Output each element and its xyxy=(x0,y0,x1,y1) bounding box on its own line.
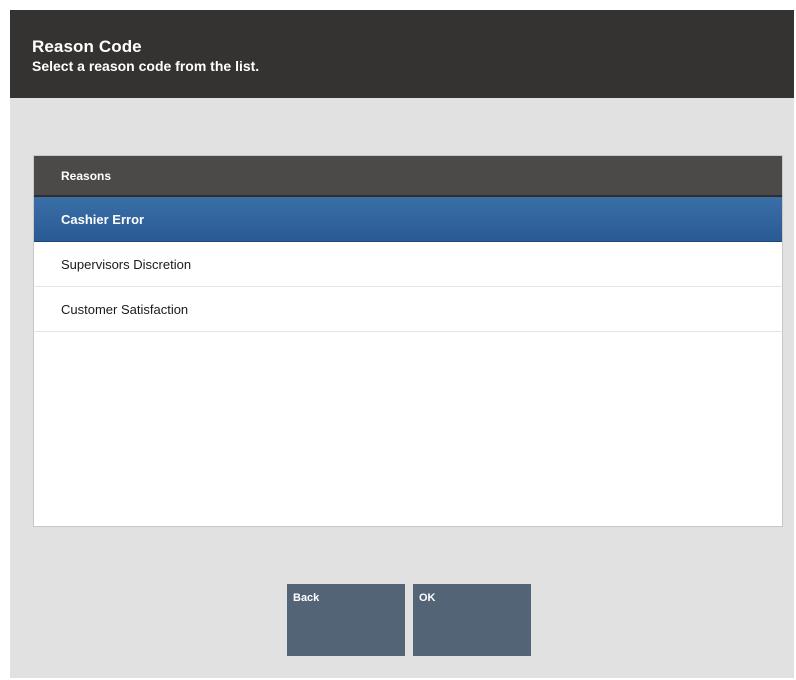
reasons-column-header: Reasons xyxy=(34,156,782,197)
reason-item-supervisors-discretion[interactable]: Supervisors Discretion xyxy=(34,242,782,287)
back-button[interactable]: Back xyxy=(287,584,405,656)
reasons-list: Reasons Cashier Error Supervisors Discre… xyxy=(33,155,783,527)
dialog-subtitle: Select a reason code from the list. xyxy=(32,58,260,74)
dialog-header: Reason Code Select a reason code from th… xyxy=(10,10,794,98)
reason-code-dialog: Reason Code Select a reason code from th… xyxy=(10,10,794,678)
reason-item-cashier-error[interactable]: Cashier Error xyxy=(34,197,782,242)
reason-item-customer-satisfaction[interactable]: Customer Satisfaction xyxy=(34,287,782,332)
dialog-title: Reason Code xyxy=(32,37,142,56)
ok-button[interactable]: OK xyxy=(413,584,531,656)
